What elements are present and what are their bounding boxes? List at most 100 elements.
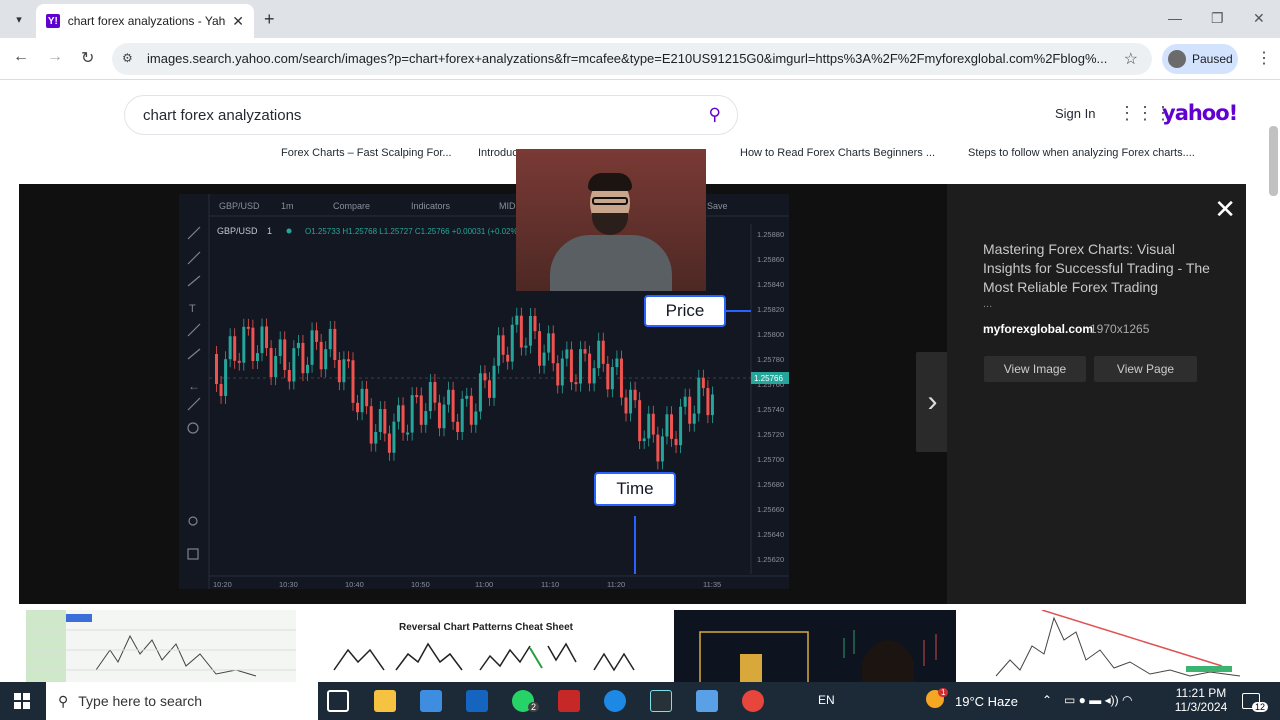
candle-body [629, 389, 633, 414]
candle-body [574, 382, 578, 385]
candle-body [324, 349, 328, 370]
candle-body [588, 353, 592, 384]
svg-text:T: T [189, 303, 196, 315]
sign-in-link[interactable]: Sign In [1055, 106, 1095, 121]
windows-start-icon[interactable] [14, 693, 30, 709]
candle-body [610, 367, 614, 390]
candle-body [506, 354, 510, 362]
candle-body [237, 360, 241, 363]
candle-body [401, 405, 405, 433]
close-viewer-icon[interactable]: ✕ [1214, 194, 1236, 225]
chart-indicators[interactable]: Indicators [411, 201, 451, 211]
candle-body [251, 327, 255, 362]
chart-mid: MID [499, 201, 516, 211]
view-page-button[interactable]: View Page [1094, 356, 1197, 382]
price-tick-label: 1.25620 [757, 555, 784, 564]
window-close-icon[interactable]: ✕ [1253, 10, 1265, 27]
tray-chevron-icon[interactable]: ⌃ [1042, 693, 1052, 707]
restore-icon[interactable]: ❐ [1211, 10, 1224, 27]
candle-body [670, 414, 673, 439]
reload-icon[interactable]: ↻ [81, 48, 94, 68]
thumbnail-reversal-patterns[interactable]: Reversal Chart Patterns Cheat Sheet [320, 610, 652, 682]
candle-body [292, 348, 296, 382]
candle-body [501, 335, 505, 355]
chart-compare[interactable]: Compare [333, 201, 370, 211]
edge-icon[interactable] [604, 690, 626, 712]
file-explorer-icon[interactable] [374, 690, 396, 712]
tab-search-icon[interactable]: ▾ [8, 8, 30, 30]
profile-button[interactable]: Paused [1162, 44, 1238, 74]
thumbnail-spreadsheet[interactable] [26, 610, 296, 682]
chart-symbol[interactable]: GBP/USD [219, 201, 260, 211]
candle-body [337, 360, 341, 383]
weather-badge: 1 [938, 688, 949, 697]
back-icon[interactable]: ← [13, 48, 29, 66]
new-tab-icon[interactable]: + [264, 9, 275, 30]
candle-body [706, 388, 710, 416]
chart-interval[interactable]: 1m [281, 201, 294, 211]
outlook-icon[interactable] [466, 690, 488, 712]
clock[interactable]: 11:21 PM 11/3/2024 [1172, 686, 1230, 714]
candle-body [296, 342, 300, 349]
image-caption[interactable]: Steps to follow when analyzing Forex cha… [968, 147, 1195, 159]
candle-body [228, 336, 232, 360]
netflix-icon[interactable] [558, 690, 580, 712]
view-image-button[interactable]: View Image [984, 356, 1086, 382]
chrome-icon[interactable] [742, 690, 764, 712]
candle-body [515, 315, 519, 325]
image-caption[interactable]: Forex Charts – Fast Scalping For... [281, 147, 452, 159]
candle-body [328, 328, 332, 350]
webcam-overlay [516, 149, 706, 291]
chart-save[interactable]: Save [707, 201, 728, 211]
candle-body [679, 406, 683, 446]
store-icon[interactable] [420, 690, 442, 712]
search-icon[interactable]: ⚲ [709, 105, 721, 125]
weather-text[interactable]: 19°C Haze [955, 694, 1018, 709]
person-beard [592, 213, 628, 235]
yahoo-logo[interactable]: yahoo! [1162, 101, 1238, 125]
bookmark-star-icon[interactable]: ☆ [1124, 49, 1138, 69]
time-tick-label: 10:20 [213, 580, 232, 589]
url-text[interactable]: images.search.yahoo.com/search/images?p=… [147, 51, 1112, 66]
taskbar-search-input[interactable]: ⚲ Type here to search [46, 682, 318, 720]
candle-body [351, 360, 355, 403]
candle-body [583, 349, 587, 354]
price-tick-label: 1.25720 [757, 430, 784, 439]
candle-body [642, 438, 646, 442]
yahoo-favicon-icon: Y! [46, 14, 60, 28]
next-image-button[interactable]: › [916, 352, 949, 452]
tab-close-icon[interactable]: ✕ [232, 13, 244, 30]
image-title[interactable]: Mastering Forex Charts: Visual Insights … [983, 240, 1213, 297]
taskbar-search-placeholder: Type here to search [78, 693, 203, 709]
thumbnail-promo[interactable] [674, 610, 956, 682]
search-input[interactable]: chart forex analyzations ⚲ [124, 95, 738, 135]
task-view-icon[interactable] [327, 690, 349, 712]
image-caption[interactable]: Introduc [478, 147, 518, 159]
candle-body [356, 402, 360, 413]
candle-body [497, 335, 501, 366]
candle-body [483, 373, 487, 381]
browser-menu-icon[interactable]: ⋮ [1256, 48, 1272, 68]
candle-body [692, 413, 696, 424]
candle-body [378, 409, 382, 432]
browser-toolbar: ← → ↻ ⚙ images.search.yahoo.com/search/i… [0, 38, 1280, 80]
address-bar[interactable]: ⚙ images.search.yahoo.com/search/images?… [112, 43, 1152, 75]
candle-body [469, 395, 473, 425]
language-indicator[interactable]: EN [818, 693, 835, 707]
photos-icon[interactable] [696, 690, 718, 712]
thumbnail-wedge-chart[interactable] [990, 610, 1246, 682]
browser-tab[interactable]: Y! chart forex analyzations - Yahoo ✕ [36, 4, 254, 38]
app-icon[interactable] [650, 690, 672, 712]
price-tick-label: 1.25680 [757, 480, 784, 489]
image-source[interactable]: myforexglobal.com [983, 322, 1093, 336]
candle-body [606, 363, 610, 390]
image-caption[interactable]: How to Read Forex Charts Beginners ... [740, 147, 935, 159]
site-info-icon[interactable]: ⚙ [122, 51, 133, 65]
image-detail-panel: ✕ Mastering Forex Charts: Visual Insight… [947, 184, 1246, 604]
forward-icon[interactable]: → [47, 48, 63, 66]
candle-body [592, 368, 596, 384]
candle-body [651, 413, 655, 435]
search-query[interactable]: chart forex analyzations [143, 107, 301, 124]
minimize-icon[interactable]: — [1168, 10, 1182, 26]
tray-icons[interactable]: ▭ ● ▬ ◂)) ◠ [1064, 693, 1132, 707]
